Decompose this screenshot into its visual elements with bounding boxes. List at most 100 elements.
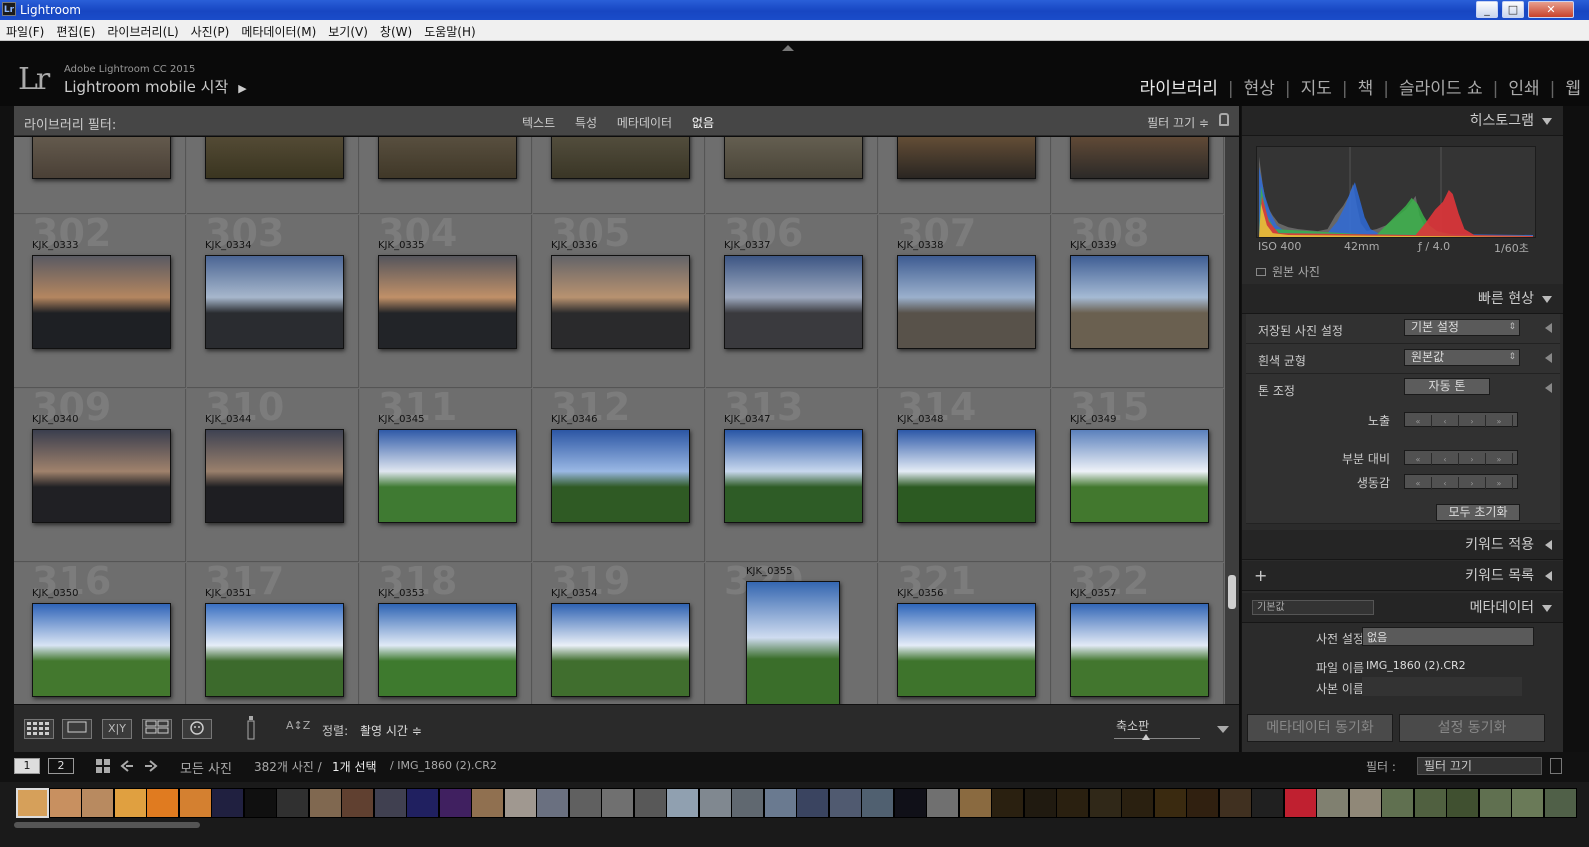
filmstrip-thumbnail[interactable] xyxy=(1316,788,1349,818)
photo-thumbnail[interactable] xyxy=(551,603,690,697)
photo-thumbnail[interactable] xyxy=(897,429,1036,523)
scrollbar-thumb[interactable] xyxy=(1228,575,1236,609)
grid-cell[interactable]: 308 KJK_0339 xyxy=(1052,211,1224,388)
photo-thumbnail[interactable] xyxy=(378,255,517,349)
grid-cell[interactable] xyxy=(187,137,359,214)
photo-thumbnail[interactable] xyxy=(897,137,1036,179)
filter-tab-none[interactable]: 없음 xyxy=(692,116,714,130)
filmstrip-thumbnail[interactable] xyxy=(16,788,49,818)
filmstrip-thumbnail[interactable] xyxy=(1056,788,1089,818)
filmstrip-filter-select[interactable]: 필터 끄기 xyxy=(1417,757,1542,775)
thumbnail-size-slider[interactable] xyxy=(1114,738,1200,739)
menu-window[interactable]: 창(W) xyxy=(374,20,418,40)
maximize-button[interactable]: □ xyxy=(1502,1,1524,18)
filmstrip-thumbnail[interactable] xyxy=(178,788,212,818)
grid-cell[interactable]: 304 KJK_0335 xyxy=(360,211,532,388)
filmstrip-thumbnail[interactable] xyxy=(211,788,244,818)
metadata-header[interactable]: 기본값 메타데이터 xyxy=(1242,593,1564,623)
close-button[interactable]: ✕ xyxy=(1528,1,1574,18)
filename-value[interactable]: IMG_1860 (2).CR2 xyxy=(1362,656,1522,675)
menu-photo[interactable]: 사진(P) xyxy=(185,20,236,40)
grid-cell[interactable]: 312 KJK_0346 xyxy=(533,385,705,562)
keyword-list-header[interactable]: + 키워드 목록 xyxy=(1242,561,1564,591)
exposure-inc-large[interactable]: » xyxy=(1486,415,1513,428)
photo-thumbnail[interactable] xyxy=(551,429,690,523)
grid-cell[interactable]: 305 KJK_0336 xyxy=(533,211,705,388)
photo-thumbnail[interactable] xyxy=(1070,137,1209,179)
filmstrip-thumbnail[interactable] xyxy=(406,788,439,818)
photo-thumbnail[interactable] xyxy=(1070,603,1209,697)
vibrance-inc[interactable]: › xyxy=(1459,477,1486,490)
vibrance-dec[interactable]: ‹ xyxy=(1432,477,1459,490)
filmstrip-scrollbar[interactable] xyxy=(14,822,200,828)
add-keyword-icon[interactable]: + xyxy=(1254,561,1267,591)
photo-thumbnail[interactable] xyxy=(205,429,344,523)
filter-preset-dropdown[interactable]: 필터 끄기 ≑ xyxy=(1147,114,1209,131)
photo-thumbnail[interactable] xyxy=(205,137,344,179)
filmstrip-thumbnail[interactable] xyxy=(1251,788,1284,818)
quick-develop-header[interactable]: 빠른 현상 xyxy=(1242,284,1564,314)
menu-view[interactable]: 보기(V) xyxy=(322,20,374,40)
filmstrip-thumbnail[interactable] xyxy=(341,788,374,818)
grid-cell[interactable]: 302 KJK_0333 xyxy=(14,211,186,388)
copy-name-field[interactable] xyxy=(1362,677,1522,696)
minimize-button[interactable]: _ xyxy=(1476,1,1498,18)
filter-tab-text[interactable]: 텍스트 xyxy=(522,116,555,130)
back-arrow-icon[interactable] xyxy=(120,759,134,773)
filmstrip-thumbnail[interactable] xyxy=(1283,788,1317,818)
photo-thumbnail[interactable] xyxy=(897,603,1036,697)
photo-thumbnail[interactable] xyxy=(551,137,690,179)
grid-cell[interactable] xyxy=(1052,137,1224,214)
photo-thumbnail[interactable] xyxy=(551,255,690,349)
grid-cell[interactable]: 321 KJK_0356 xyxy=(879,559,1051,704)
filmstrip-thumbnail[interactable] xyxy=(536,788,569,818)
photo-thumbnail[interactable] xyxy=(1070,429,1209,523)
module-develop[interactable]: 현상 xyxy=(1244,74,1275,99)
module-library[interactable]: 라이브러리 xyxy=(1140,74,1218,99)
grid-cell[interactable]: 310 KJK_0344 xyxy=(187,385,359,562)
filmstrip-thumbnail[interactable] xyxy=(991,788,1024,818)
thumbnail-size-slider-knob[interactable] xyxy=(1142,734,1150,740)
filmstrip-thumbnail[interactable] xyxy=(568,788,602,818)
filmstrip-thumbnail[interactable] xyxy=(1023,788,1057,818)
histogram-header[interactable]: 히스토그램 xyxy=(1242,106,1564,136)
exposure-inc[interactable]: › xyxy=(1459,415,1486,428)
forward-arrow-icon[interactable] xyxy=(144,759,158,773)
metadata-view-select[interactable]: 기본값 xyxy=(1252,600,1374,615)
clarity-inc[interactable]: › xyxy=(1459,453,1486,466)
grid-cell[interactable] xyxy=(879,137,1051,214)
photo-thumbnail[interactable] xyxy=(378,137,517,179)
expand-arrow-icon[interactable] xyxy=(1545,353,1552,363)
grid-cell[interactable]: 309 KJK_0340 xyxy=(14,385,186,562)
filmstrip-thumbnail[interactable] xyxy=(1511,788,1544,818)
filmstrip-thumbnail[interactable] xyxy=(1218,788,1252,818)
grid-cell[interactable]: 314 KJK_0348 xyxy=(879,385,1051,562)
secondary-window-button[interactable]: 2 xyxy=(48,758,74,774)
photo-thumbnail[interactable] xyxy=(205,603,344,697)
filmstrip-thumbnail[interactable] xyxy=(958,788,992,818)
photo-thumbnail[interactable] xyxy=(897,255,1036,349)
saved-preset-select[interactable]: 기본 설정 xyxy=(1404,319,1520,336)
photo-thumbnail[interactable] xyxy=(378,603,517,697)
photo-thumbnail[interactable] xyxy=(724,137,863,179)
photo-thumbnail[interactable] xyxy=(746,581,840,704)
menu-metadata[interactable]: 메타데이터(M) xyxy=(235,20,322,40)
filmstrip-thumbnail[interactable] xyxy=(471,788,504,818)
filter-tab-metadata[interactable]: 메타데이터 xyxy=(617,116,672,130)
grid-view-button[interactable] xyxy=(24,719,54,739)
photo-thumbnail[interactable] xyxy=(378,429,517,523)
menu-file[interactable]: 파일(F) xyxy=(0,20,50,40)
lock-icon[interactable] xyxy=(1219,113,1229,126)
compare-view-button[interactable]: X|Y xyxy=(102,719,132,739)
grid-cell[interactable]: 306 KJK_0337 xyxy=(706,211,878,388)
module-print[interactable]: 인쇄 xyxy=(1508,74,1539,99)
clarity-inc-large[interactable]: » xyxy=(1486,453,1513,466)
filmstrip-thumbnail[interactable] xyxy=(698,788,732,818)
photo-thumbnail[interactable] xyxy=(32,603,171,697)
photo-thumbnail[interactable] xyxy=(724,255,863,349)
filmstrip-thumbnail[interactable] xyxy=(1413,788,1447,818)
filmstrip-thumbnail[interactable] xyxy=(1381,788,1414,818)
menu-edit[interactable]: 편집(E) xyxy=(50,20,101,40)
sync-metadata-button[interactable]: 메타데이터 동기화 xyxy=(1247,714,1393,742)
reset-all-button[interactable]: 모두 초기화 xyxy=(1436,504,1520,521)
